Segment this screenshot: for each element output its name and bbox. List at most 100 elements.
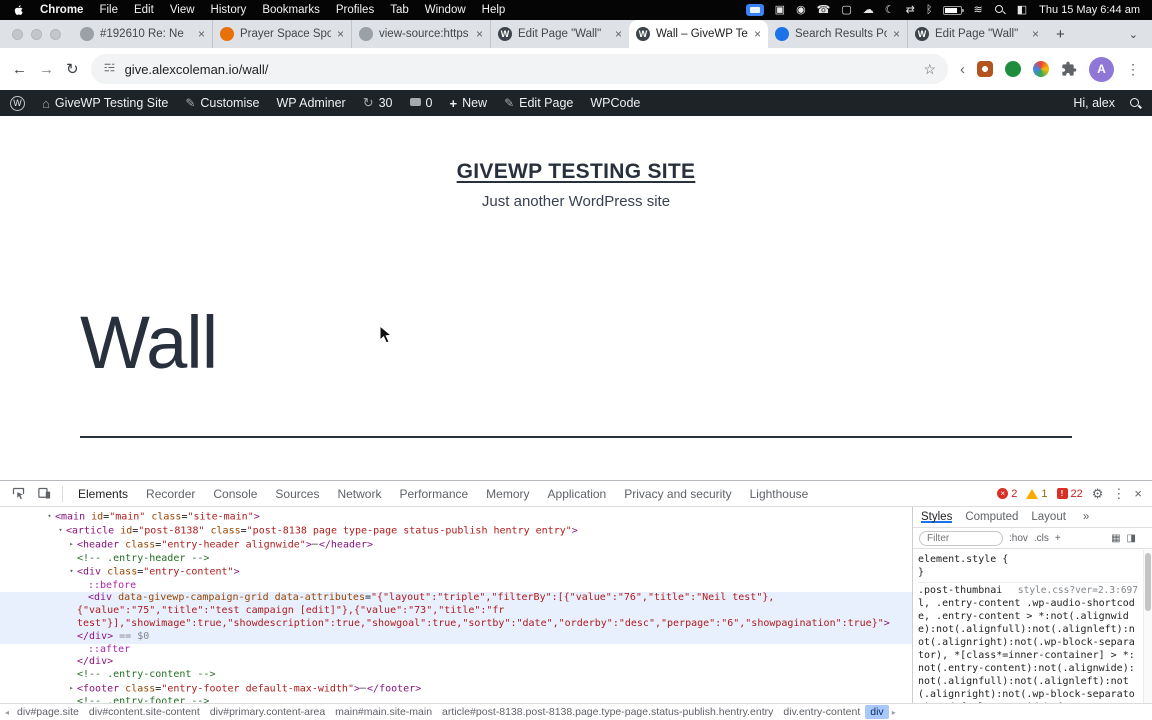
dom-tree-line[interactable]: ▸ <header class="entry-header alignwide">… [0, 538, 912, 552]
back-icon[interactable]: ← [12, 61, 27, 78]
cloud-icon[interactable]: ☁ [863, 4, 874, 16]
devtools-tab-elements[interactable]: Elements [69, 481, 137, 506]
tab-close-icon[interactable]: × [893, 27, 900, 41]
styles-filter-input[interactable] [919, 530, 1003, 546]
dom-tree[interactable]: ▾ <main id="main" class="site-main"> ▾ <art… [0, 507, 912, 703]
record-icon[interactable]: ◉ [796, 4, 806, 16]
browser-tab[interactable]: #192610 Re: Ne × [73, 20, 212, 48]
zoom-window-button[interactable] [50, 28, 61, 40]
devtools-tab-network[interactable]: Network [328, 481, 390, 506]
apple-icon[interactable] [12, 3, 24, 17]
dom-tree-line[interactable]: ::after [0, 644, 912, 657]
site-title-link[interactable]: GIVEWP TESTING SITE [0, 160, 1152, 184]
menu-bookmarks[interactable]: Bookmarks [262, 4, 320, 16]
menu-edit[interactable]: Edit [134, 4, 154, 16]
devtools-tab-performance[interactable]: Performance [390, 481, 477, 506]
styles-scrollbar[interactable] [1143, 550, 1152, 703]
breadcrumb-item[interactable]: main#main.site-main [330, 706, 437, 718]
menu-profiles[interactable]: Profiles [336, 4, 374, 16]
dom-tree-line[interactable]: ▸ <footer class="entry-footer default-max… [0, 682, 912, 696]
adminbar-item-site-name[interactable]: GiveWP Testing Site [42, 96, 168, 111]
extensions-puzzle-icon[interactable] [1061, 61, 1077, 77]
extension-icon-3[interactable] [1033, 61, 1049, 77]
browser-tab[interactable]: Prayer Space Spo × [212, 20, 351, 48]
browser-tab[interactable]: view-source:https × [351, 20, 490, 48]
console-warnings-badge[interactable]: 1 [1026, 488, 1048, 500]
search-icon[interactable] [1129, 97, 1142, 110]
sync-icon[interactable]: ⇄ [906, 4, 915, 16]
tab-close-icon[interactable]: × [198, 27, 205, 41]
adminbar-item-wp-adminer[interactable]: WP Adminer [276, 96, 345, 110]
devtools-menu-icon[interactable]: ⋮ [1112, 486, 1125, 502]
styles-more-tabs-icon[interactable]: » [1083, 511, 1089, 523]
camera-icon[interactable]: ▣ [775, 4, 785, 16]
adminbar-item-wpcode[interactable]: WPCode [590, 96, 640, 110]
menu-view[interactable]: View [170, 4, 195, 16]
reload-icon[interactable]: ↻ [66, 60, 79, 78]
expand-arrow-icon[interactable]: ▸ [66, 538, 77, 551]
tab-close-icon[interactable]: × [337, 27, 344, 41]
grid-icon[interactable]: ▦ [1111, 533, 1120, 544]
styles-tab-styles[interactable]: Styles [921, 511, 952, 523]
device-toolbar-icon[interactable] [32, 486, 56, 501]
dom-tree-line[interactable]: ::before [0, 580, 912, 593]
adminbar-item-comments[interactable]: 0 [409, 96, 432, 110]
dom-tree-line[interactable]: </div> [0, 656, 912, 669]
devtools-tab-recorder[interactable]: Recorder [137, 481, 204, 506]
tab-search-icon[interactable]: ⌄ [1129, 28, 1144, 41]
devtools-close-icon[interactable]: × [1134, 486, 1142, 501]
menu-window[interactable]: Window [425, 4, 466, 16]
spotlight-icon[interactable] [994, 4, 1006, 16]
extension-icon-2[interactable] [1005, 61, 1021, 77]
tab-close-icon[interactable]: × [754, 27, 761, 41]
dom-tree-line[interactable]: ▾ <article id="post-8138" class="post-813… [0, 524, 912, 538]
bluetooth-icon[interactable]: ᛒ [926, 4, 933, 16]
extensions-overflow-icon[interactable]: ‹ [960, 61, 965, 78]
inspect-element-icon[interactable] [6, 486, 30, 501]
browser-tab[interactable]: W Edit Page "Wall" × [907, 20, 1046, 48]
breadcrumb-item[interactable]: div#page.site [12, 706, 84, 718]
battery-icon[interactable] [943, 5, 965, 15]
minimize-window-button[interactable] [31, 28, 42, 40]
crumb-scroll-left-icon[interactable]: ◂ [2, 708, 12, 717]
expand-arrow-icon[interactable]: ▾ [44, 510, 55, 523]
screen-mirroring-icon[interactable] [745, 4, 764, 16]
menubar-app-name[interactable]: Chrome [40, 4, 83, 16]
menu-tab[interactable]: Tab [390, 4, 409, 16]
adminbar-item-updates[interactable]: 30 [363, 95, 393, 111]
devtools-tab-console[interactable]: Console [204, 481, 266, 506]
url-text[interactable]: give.alexcoleman.io/wall/ [125, 62, 915, 77]
address-bar[interactable]: give.alexcoleman.io/wall/ ☆ [90, 54, 948, 84]
adminbar-greeting[interactable]: Hi, alex [1073, 96, 1115, 110]
expand-arrow-icon[interactable]: ▾ [55, 524, 66, 537]
expand-arrow-icon[interactable]: ▸ [66, 682, 77, 695]
new-tab-button[interactable]: + [1046, 26, 1075, 43]
console-errors-badge[interactable]: × 2 [997, 488, 1017, 500]
issues-badge[interactable]: ! 22 [1056, 488, 1083, 500]
breadcrumb-item[interactable]: div [865, 705, 889, 719]
tab-close-icon[interactable]: × [1032, 27, 1039, 41]
devtools-tab-sources[interactable]: Sources [266, 481, 328, 506]
styles-quick-[interactable]: + [1055, 533, 1061, 544]
phone-icon[interactable]: ☎ [817, 4, 831, 16]
menu-file[interactable]: File [99, 4, 118, 16]
browser-tab[interactable]: Search Results Po × [768, 20, 907, 48]
close-window-button[interactable] [12, 28, 23, 40]
breadcrumb-item[interactable]: article#post-8138.post-8138.page.type-pa… [437, 706, 778, 718]
dom-tree-line[interactable]: ▾ <div class="entry-content"> [0, 565, 912, 579]
wifi-icon[interactable]: ≋ [973, 4, 982, 16]
browser-tab[interactable]: W Wall – GiveWP Tes × [629, 20, 768, 48]
devtools-tab-lighthouse[interactable]: Lighthouse [741, 481, 818, 506]
expand-arrow-icon[interactable]: ▾ [66, 565, 77, 578]
computed-panel-icon[interactable]: ◨ [1127, 533, 1136, 544]
adminbar-item-new-content[interactable]: New [449, 96, 487, 111]
forward-icon[interactable]: → [39, 61, 54, 78]
crumb-scroll-right-icon[interactable]: ▸ [889, 708, 899, 717]
profile-avatar[interactable]: A [1089, 56, 1114, 82]
adminbar-item-edit-page[interactable]: Edit Page [504, 96, 573, 110]
menu-history[interactable]: History [211, 4, 247, 16]
site-settings-icon[interactable] [103, 61, 116, 77]
styles-tab-layout[interactable]: Layout [1031, 511, 1066, 523]
styles-quick-hov[interactable]: :hov [1009, 533, 1028, 544]
styles-quick-cls[interactable]: .cls [1034, 533, 1049, 544]
